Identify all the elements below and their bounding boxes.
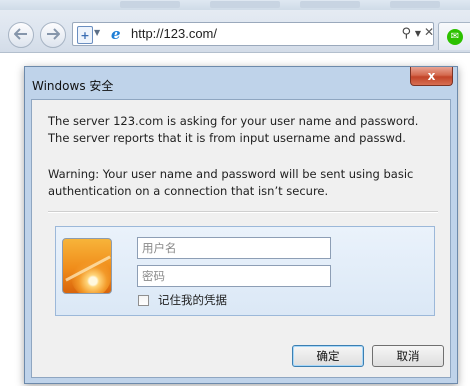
ghost-tab bbox=[390, 1, 440, 8]
windows-security-dialog: Windows 安全 x The server 123.com is askin… bbox=[24, 66, 458, 384]
remember-label: 记住我的凭据 bbox=[158, 293, 227, 307]
divider bbox=[48, 211, 438, 213]
close-icon[interactable]: ✕ bbox=[424, 25, 434, 39]
ok-button[interactable]: 确定 bbox=[292, 345, 364, 367]
warning-message: Warning: Your user name and password wil… bbox=[48, 166, 428, 200]
forward-button[interactable] bbox=[40, 22, 66, 48]
ghost-tab bbox=[120, 1, 180, 8]
wechat-icon: ✉ bbox=[447, 29, 463, 45]
chevron-down-icon[interactable]: ▼ bbox=[415, 29, 421, 38]
message-line: The server reports that it is from input… bbox=[48, 131, 406, 145]
remember-credentials[interactable]: 记住我的凭据 bbox=[138, 292, 227, 308]
forward-arrow-icon bbox=[46, 27, 61, 43]
warning-line: authentication on a connection that isn’… bbox=[48, 184, 329, 198]
message-line: The server 123.com is asking for your us… bbox=[48, 114, 419, 128]
back-arrow-icon bbox=[13, 27, 28, 43]
server-message: The server 123.com is asking for your us… bbox=[48, 113, 428, 147]
back-button[interactable] bbox=[8, 22, 34, 48]
warning-line: Warning: Your user name and password wil… bbox=[48, 167, 414, 181]
ghost-tab bbox=[300, 1, 360, 8]
compatibility-shield-icon[interactable]: + bbox=[77, 26, 93, 44]
credential-tile: 记住我的凭据 bbox=[55, 226, 435, 316]
ghost-tab bbox=[210, 1, 280, 8]
close-button[interactable]: x bbox=[410, 67, 453, 86]
address-bar[interactable]: + ▼ e http://123.com/ ⚲ ▼ ✕ bbox=[72, 22, 434, 46]
browser-toolbar: + ▼ e http://123.com/ ⚲ ▼ ✕ ✉ bbox=[0, 0, 470, 53]
address-url[interactable]: http://123.com/ bbox=[131, 26, 217, 41]
dialog-body: The server 123.com is asking for your us… bbox=[31, 99, 451, 378]
search-icon[interactable]: ⚲ bbox=[401, 26, 411, 41]
username-field[interactable] bbox=[137, 237, 331, 259]
dialog-title: Windows 安全 bbox=[32, 79, 114, 93]
password-field[interactable] bbox=[137, 265, 331, 287]
cancel-button[interactable]: 取消 bbox=[372, 345, 444, 367]
tab-strip bbox=[0, 0, 470, 10]
browser-tab[interactable]: ✉ bbox=[438, 22, 470, 50]
remember-checkbox[interactable] bbox=[138, 294, 149, 306]
chevron-down-icon[interactable]: ▼ bbox=[94, 28, 100, 37]
ie-page-icon: e bbox=[111, 25, 121, 43]
user-avatar bbox=[62, 238, 112, 294]
